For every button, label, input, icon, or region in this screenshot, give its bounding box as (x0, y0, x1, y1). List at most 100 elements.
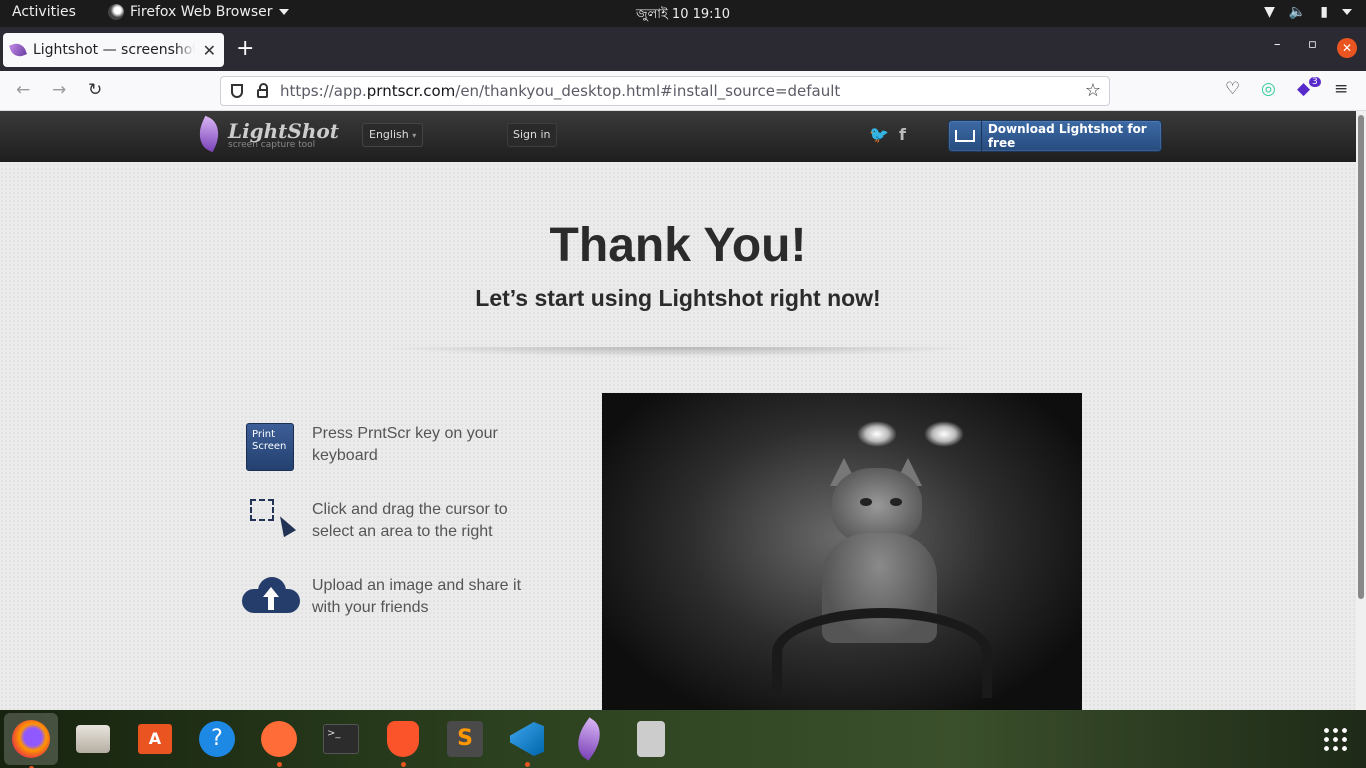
language-label: English (369, 128, 409, 141)
tab-bar: Lightshot — screenshot tool ✕ + – ▫ ✕ (0, 27, 1366, 71)
site-header: LightShot screen capture tool English ▾ … (0, 111, 1356, 162)
tab-lightshot[interactable]: Lightshot — screenshot tool ✕ (3, 33, 224, 67)
step-select-area: Click and drag the cursor to select an ar… (240, 499, 560, 559)
step-line-1: Press PrntScr key on your (312, 425, 498, 442)
dock-software[interactable]: A (133, 717, 177, 761)
postman-icon (261, 721, 297, 757)
window-close-button[interactable]: ✕ (1337, 38, 1357, 58)
lightshot-logo[interactable]: LightShot screen capture tool (190, 117, 339, 153)
running-indicator (277, 762, 282, 767)
facebook-icon[interactable]: f (899, 125, 906, 144)
step-line-2: keyboard (312, 447, 378, 464)
hamburger-menu-icon[interactable]: ≡ (1334, 79, 1348, 99)
reload-icon[interactable]: ↻ (88, 80, 102, 100)
dock-lightshot[interactable] (567, 717, 611, 761)
key-line-1: Print (252, 429, 276, 440)
url-prefix: https://app. (280, 82, 367, 100)
step-line-1: Upload an image and share it (312, 577, 522, 594)
step-upload: Upload an image and share it with your fr… (240, 575, 560, 635)
system-tray[interactable]: ▼ 🔈 ▮ (1264, 4, 1352, 20)
forward-arrow-icon[interactable]: → (52, 80, 66, 100)
step-line-2: select an area to the right (312, 523, 493, 540)
extension-badge: 3 (1309, 77, 1321, 87)
step-text: Click and drag the cursor to select an ar… (312, 499, 552, 543)
dock-terminal[interactable]: >_ (319, 717, 363, 761)
dock-brave[interactable] (381, 717, 425, 767)
dock-help[interactable]: ? (195, 717, 239, 761)
volume-icon[interactable]: 🔈 (1289, 4, 1306, 20)
cloud-upload-icon (242, 577, 300, 613)
dock-firefox[interactable] (4, 713, 58, 768)
key-line-2: Screen (252, 441, 287, 452)
url-path: /en/thankyou_desktop.html#install_source… (455, 82, 841, 100)
lightshot-icon (568, 717, 610, 761)
tab-title: Lightshot — screenshot tool (32, 42, 195, 58)
chevron-down-icon[interactable] (1342, 9, 1352, 15)
app-menu[interactable]: Firefox Web Browser (108, 4, 289, 20)
print-screen-key-icon: Print Screen (246, 423, 294, 471)
page-subtitle: Let’s start using Lightshot right now! (475, 285, 881, 311)
dock-files[interactable] (71, 717, 115, 761)
navigation-bar: ← → ↻ https://app.prntscr.com/en/thankyo… (0, 71, 1366, 111)
activities-button[interactable]: Activities (12, 4, 76, 20)
dock-disk[interactable] (629, 717, 673, 761)
headlight (857, 421, 897, 447)
chevron-down-icon: ▾ (412, 131, 417, 140)
minimize-icon[interactable]: – (1274, 37, 1281, 52)
sign-in-button[interactable]: Sign in (507, 123, 557, 147)
terminal-icon: >_ (323, 724, 359, 754)
step-text: Press PrntScr key on your keyboard (312, 423, 552, 467)
dock-vscode[interactable] (505, 717, 549, 767)
account-icon[interactable]: ◎ (1261, 79, 1276, 99)
dock-sublime[interactable]: S (443, 717, 487, 761)
files-icon (76, 725, 110, 753)
new-tab-button[interactable]: + (236, 36, 254, 61)
scrollbar-thumb[interactable] (1358, 115, 1364, 599)
select-area-icon (250, 499, 274, 521)
step-text: Upload an image and share it with your fr… (312, 575, 552, 619)
software-icon: A (138, 724, 172, 754)
vscode-icon (510, 722, 544, 756)
firefox-icon (108, 4, 124, 20)
twitter-icon[interactable]: 🐦 (869, 125, 889, 144)
demo-video[interactable] (602, 393, 1082, 710)
steering-wheel (772, 608, 992, 698)
divider (380, 347, 980, 357)
language-select[interactable]: English ▾ (362, 123, 424, 147)
chevron-down-icon (278, 9, 289, 15)
download-button[interactable]: Download Lightshot for free (948, 120, 1162, 152)
download-icon (949, 121, 982, 151)
sublime-icon: S (447, 721, 483, 757)
brand-text: LightShot screen capture tool (228, 121, 339, 150)
lock-icon[interactable] (257, 83, 268, 98)
feather-icon (190, 117, 224, 153)
firefox-icon (12, 720, 50, 758)
url-host: prntscr.com (366, 82, 456, 100)
web-page: LightShot screen capture tool English ▾ … (0, 111, 1356, 710)
bookmark-star-icon[interactable]: ☆ (1085, 80, 1101, 101)
clock[interactable]: জুলাই 10 19:10 (636, 7, 730, 22)
url-text[interactable]: https://app.prntscr.com/en/thankyou_desk… (280, 82, 840, 100)
app-menu-label: Firefox Web Browser (130, 4, 273, 20)
tab-close-icon[interactable]: ✕ (203, 41, 216, 60)
tracking-shield-icon[interactable] (231, 84, 243, 98)
tab-favicon-icon (9, 41, 27, 59)
page-scrollbar[interactable] (1356, 111, 1366, 710)
download-button-label: Download Lightshot for free (987, 122, 1147, 150)
restore-icon[interactable]: ▫ (1308, 37, 1317, 52)
disk-icon (637, 721, 665, 757)
dock-postman[interactable] (257, 717, 301, 767)
page-title: Thank You! (549, 219, 807, 272)
help-icon: ? (199, 721, 235, 757)
running-indicator (401, 762, 406, 767)
brand-name: LightShot (228, 118, 339, 143)
step-line-1: Click and drag the cursor to (312, 501, 508, 518)
url-bar[interactable]: https://app.prntscr.com/en/thankyou_desk… (220, 76, 1110, 106)
brave-icon (387, 721, 419, 757)
battery-icon[interactable]: ▮ (1320, 4, 1328, 20)
show-apps-icon[interactable] (1322, 726, 1348, 752)
back-arrow-icon[interactable]: ← (16, 80, 30, 100)
pocket-icon[interactable]: ♡ (1225, 79, 1240, 99)
wifi-icon[interactable]: ▼ (1264, 4, 1275, 20)
dock: A ? >_ S (0, 710, 1366, 768)
